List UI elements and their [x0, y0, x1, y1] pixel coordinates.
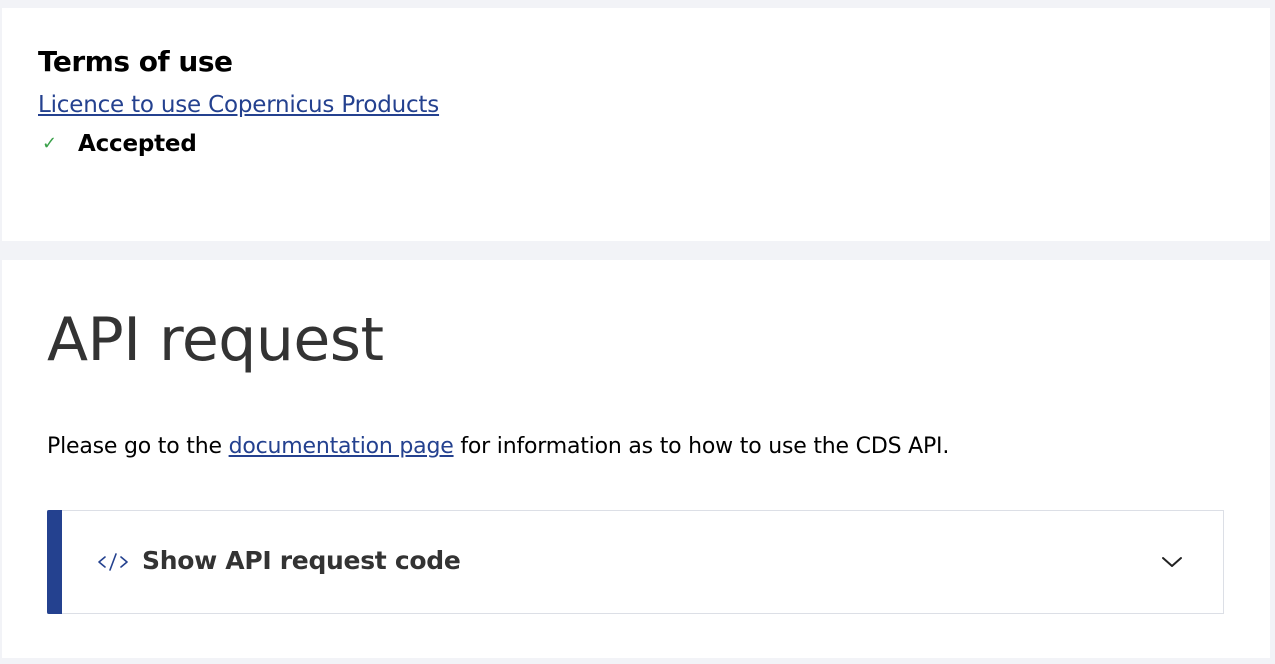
api-request-panel: API request Please go to the documentati… — [2, 260, 1270, 658]
accepted-label: Accepted — [78, 131, 197, 157]
check-icon: ✓ — [42, 133, 58, 154]
terms-title: Terms of use — [38, 45, 233, 78]
accordion-accent-bar — [47, 510, 62, 614]
licence-link[interactable]: Licence to use Copernicus Products — [38, 90, 439, 120]
api-description: Please go to the documentation page for … — [47, 432, 949, 462]
accordion-label: Show API request code — [142, 546, 461, 575]
api-description-after: for information as to how to use the CDS… — [453, 434, 950, 459]
chevron-down-icon[interactable] — [1161, 555, 1183, 569]
terms-of-use-panel: Terms of use Licence to use Copernicus P… — [2, 8, 1270, 241]
code-icon — [98, 553, 128, 571]
api-request-title: API request — [47, 305, 384, 375]
documentation-link[interactable]: documentation page — [229, 434, 454, 459]
api-description-before: Please go to the — [47, 434, 229, 459]
accepted-status: ✓ Accepted — [38, 129, 197, 159]
show-api-request-code-accordion[interactable]: Show API request code — [47, 510, 1224, 614]
